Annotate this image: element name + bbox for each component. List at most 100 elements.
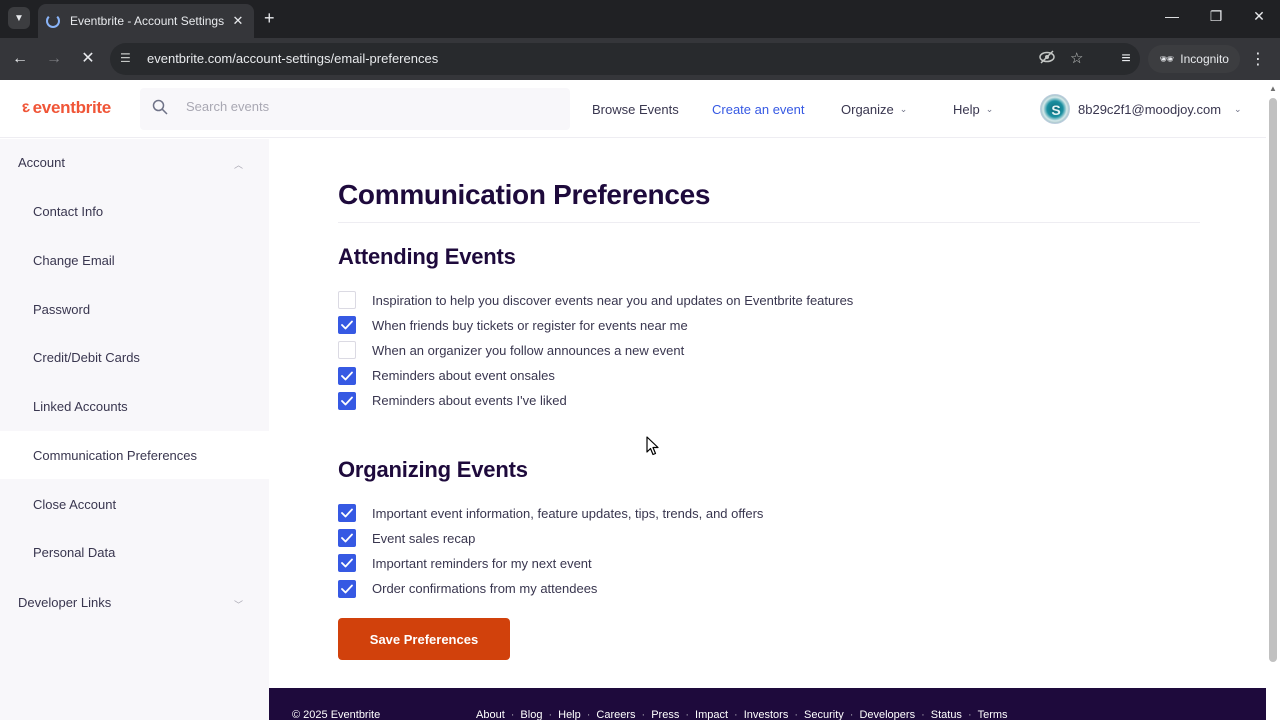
user-email[interactable]: 8b29c2f1@moodjoy.com xyxy=(1078,102,1221,117)
chevron-up-icon[interactable]: ︿ xyxy=(234,158,243,171)
save-preferences-button[interactable]: Save Preferences xyxy=(338,618,510,660)
checkmark-icon xyxy=(341,320,353,330)
checkbox-checked[interactable] xyxy=(338,554,356,573)
preference-label[interactable]: Inspiration to help you discover events … xyxy=(372,293,853,308)
footer-separator: · xyxy=(641,709,646,720)
copyright-text: © 2025 Eventbrite xyxy=(292,709,381,720)
media-controls-icon[interactable]: ≡ xyxy=(1116,49,1136,69)
preference-label[interactable]: Important reminders for my next event xyxy=(372,556,592,571)
avatar[interactable]: S xyxy=(1040,94,1070,124)
title-divider xyxy=(338,222,1200,223)
sidebar-section-account[interactable]: Account xyxy=(18,155,65,170)
browser-tab[interactable]: Eventbrite - Account Settings ✕ xyxy=(38,4,254,38)
minimize-icon[interactable]: — xyxy=(1162,8,1182,24)
checkbox-checked[interactable] xyxy=(338,579,356,598)
new-tab-icon[interactable]: + xyxy=(264,8,275,28)
sidebar-section-developer-links[interactable]: Developer Links xyxy=(18,595,111,610)
footer-separator: · xyxy=(548,709,553,720)
scroll-thumb[interactable] xyxy=(1269,98,1277,662)
preference-label[interactable]: Important event information, feature upd… xyxy=(372,506,763,521)
page-scrollbar[interactable]: ▲ xyxy=(1266,80,1280,720)
preference-label[interactable]: Order confirmations from my attendees xyxy=(372,581,597,596)
preference-label[interactable]: Event sales recap xyxy=(372,531,475,546)
nav-create-event[interactable]: Create an event xyxy=(712,102,805,117)
url-text[interactable]: eventbrite.com/account-settings/email-pr… xyxy=(147,51,438,66)
browser-toolbar: ← → ✕ ☰ eventbrite.com/account-settings/… xyxy=(0,38,1280,80)
preference-label[interactable]: Reminders about events I've liked xyxy=(372,393,567,408)
eventbrite-logo[interactable]: ɛ eventbrite xyxy=(20,98,111,118)
sidebar-item-personal-data[interactable]: Personal Data xyxy=(0,528,269,576)
nav-browse-events[interactable]: Browse Events xyxy=(592,102,679,117)
restore-icon[interactable]: ❐ xyxy=(1206,8,1226,25)
checkbox-checked[interactable] xyxy=(338,504,356,522)
checkbox-unchecked[interactable] xyxy=(338,341,356,360)
sidebar-item-close-account[interactable]: Close Account xyxy=(0,480,269,528)
preference-label[interactable]: Reminders about event onsales xyxy=(372,368,555,383)
footer-separator: · xyxy=(921,709,925,720)
window-close-icon[interactable]: ✕ xyxy=(1249,8,1269,25)
chevron-down-icon[interactable]: ﹀ xyxy=(234,598,243,611)
site-info-icon[interactable]: ☰ xyxy=(120,51,131,65)
footer-link[interactable]: Blog xyxy=(520,709,542,720)
footer-link[interactable]: Status xyxy=(931,709,962,720)
checkbox-checked[interactable] xyxy=(338,391,356,410)
footer-link[interactable]: Careers xyxy=(596,709,635,720)
preference-row-attending[interactable]: Inspiration to help you discover events … xyxy=(338,290,853,310)
preference-row-organizing[interactable]: Event sales recap xyxy=(338,528,475,548)
nav-organize[interactable]: Organize ⌄ xyxy=(841,102,907,117)
preference-label[interactable]: When friends buy tickets or register for… xyxy=(372,318,688,333)
footer-separator: · xyxy=(510,709,515,720)
sidebar-item-linked-accounts[interactable]: Linked Accounts xyxy=(0,382,269,430)
tab-title: Eventbrite - Account Settings xyxy=(70,14,225,28)
sidebar-item-change-email[interactable]: Change Email xyxy=(0,236,269,284)
search-input[interactable] xyxy=(186,99,556,114)
footer-link[interactable]: Press xyxy=(651,709,679,720)
sidebar-item-password[interactable]: Password xyxy=(0,285,269,333)
checkmark-icon xyxy=(341,508,353,518)
section-title-attending: Attending Events xyxy=(338,244,516,269)
chevron-down-icon[interactable]: ⌄ xyxy=(1234,104,1242,115)
checkbox-unchecked[interactable] xyxy=(338,291,356,309)
sidebar-item-credit-debit-cards[interactable]: Credit/Debit Cards xyxy=(0,333,269,381)
scroll-up-arrow-icon[interactable]: ▲ xyxy=(1269,84,1277,93)
checkbox-checked[interactable] xyxy=(338,529,356,548)
forward-arrow-icon[interactable]: → xyxy=(44,49,64,69)
footer-separator: · xyxy=(849,709,854,720)
browser-tab-bar: ▼ Eventbrite - Account Settings ✕ + — ❐ … xyxy=(0,0,1280,38)
preference-row-attending[interactable]: When an organizer you follow announces a… xyxy=(338,340,684,360)
eye-slash-icon[interactable] xyxy=(1038,49,1056,69)
preference-row-attending[interactable]: When friends buy tickets or register for… xyxy=(338,315,688,335)
preference-row-organizing[interactable]: Important event information, feature upd… xyxy=(338,503,763,523)
incognito-badge[interactable]: 🕶 Incognito xyxy=(1148,45,1240,73)
stop-loading-icon[interactable]: ✕ xyxy=(78,49,98,69)
checkmark-icon xyxy=(341,558,353,568)
nav-help-label: Help xyxy=(953,102,980,117)
preference-row-attending[interactable]: Reminders about event onsales xyxy=(338,366,555,386)
footer-link[interactable]: Security xyxy=(804,709,844,720)
footer-link[interactable]: Help xyxy=(558,709,581,720)
footer-link[interactable]: Developers xyxy=(859,709,915,720)
footer-link[interactable]: Terms xyxy=(978,709,1008,720)
preference-label[interactable]: When an organizer you follow announces a… xyxy=(372,343,684,358)
sidebar-item-communication-preferences[interactable]: Communication Preferences xyxy=(0,431,269,479)
footer-link[interactable]: Investors xyxy=(744,709,789,720)
footer-link[interactable]: Impact xyxy=(695,709,728,720)
footer-link[interactable]: About xyxy=(476,709,505,720)
preference-row-attending[interactable]: Reminders about events I've liked xyxy=(338,391,567,411)
settings-sidebar: Account ︿ Contact Info Change Email Pass… xyxy=(0,139,269,720)
address-bar[interactable]: ☰ eventbrite.com/account-settings/email-… xyxy=(110,43,1140,75)
tab-search-button[interactable]: ▼ xyxy=(8,7,30,29)
sidebar-item-contact-info[interactable]: Contact Info xyxy=(0,187,269,235)
bookmark-star-icon[interactable]: ☆ xyxy=(1070,49,1083,67)
back-arrow-icon[interactable]: ← xyxy=(10,49,30,69)
checkmark-icon xyxy=(341,584,353,593)
tab-close-icon[interactable]: ✕ xyxy=(230,13,246,29)
checkbox-checked[interactable] xyxy=(338,316,356,335)
checkbox-checked[interactable] xyxy=(338,366,356,385)
browser-menu-icon[interactable]: ⋮ xyxy=(1250,49,1266,69)
preference-row-organizing[interactable]: Important reminders for my next event xyxy=(338,553,592,573)
search-bar[interactable] xyxy=(140,88,570,130)
nav-help[interactable]: Help ⌄ xyxy=(953,102,993,117)
preference-row-organizing[interactable]: Order confirmations from my attendees xyxy=(338,579,597,599)
footer-separator: · xyxy=(734,709,738,720)
